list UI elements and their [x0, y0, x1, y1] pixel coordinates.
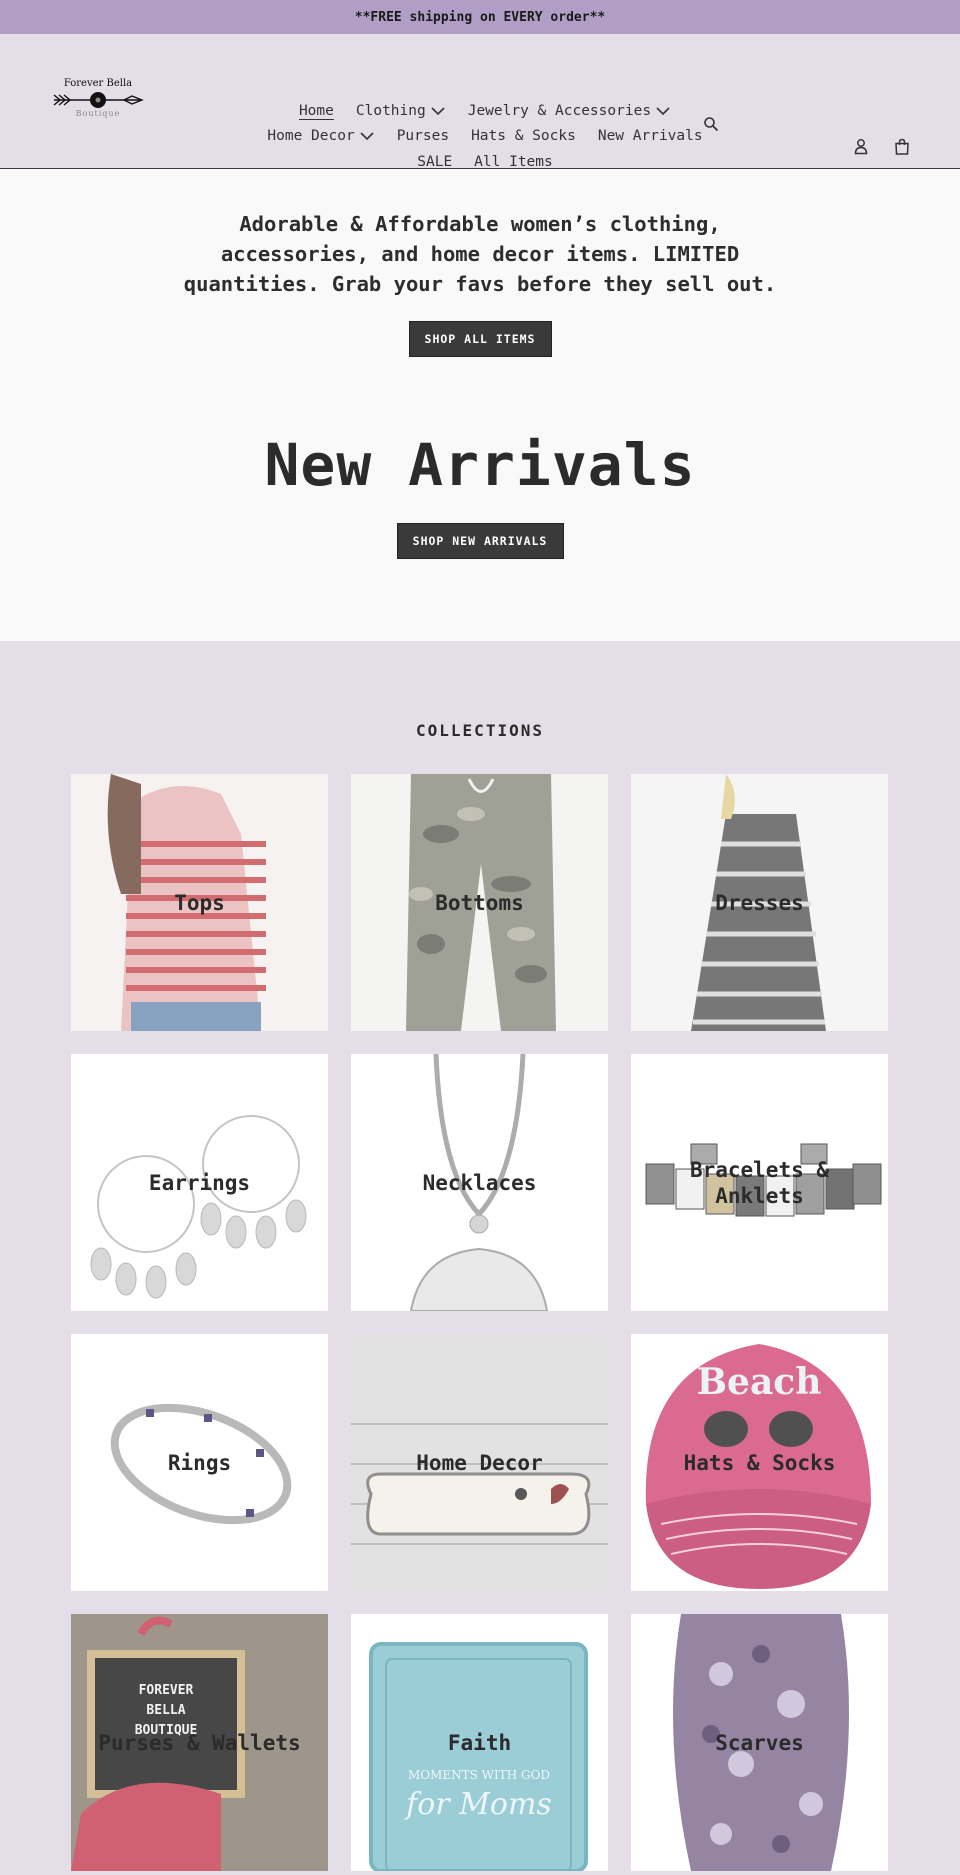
collection-label: Earrings: [148, 1170, 251, 1195]
collection-tile-hats-socks[interactable]: Beach Hats & Socks: [631, 1334, 888, 1591]
collections-section: COLLECTIONS Tops Bottoms Dresses Earring…: [0, 641, 960, 1871]
collection-label: Dresses: [715, 890, 804, 915]
collection-tile-earrings[interactable]: Earrings: [71, 1054, 328, 1311]
svg-text:BELLA: BELLA: [146, 1703, 185, 1718]
nav-home-decor-label: Home Decor: [267, 128, 355, 145]
collection-label: Hats & Socks: [683, 1450, 836, 1475]
collection-tile-rings[interactable]: Rings: [71, 1334, 328, 1591]
search-button[interactable]: [703, 116, 719, 132]
collection-label: Tops: [174, 890, 225, 915]
collection-tile-necklaces[interactable]: Necklaces: [351, 1054, 608, 1311]
collection-label: Bracelets & Anklets: [689, 1157, 830, 1208]
nav-home-decor[interactable]: Home Decor: [267, 128, 374, 144]
nav-new-arrivals-label: New Arrivals: [597, 128, 703, 145]
svg-text:FOREVER: FOREVER: [139, 1683, 194, 1698]
cart-icon: [895, 138, 909, 155]
collections-grid: Tops Bottoms Dresses Earrings Necklaces …: [71, 774, 960, 1871]
search-icon: [704, 117, 719, 132]
chevron-down-icon: [431, 107, 445, 115]
nav-purses[interactable]: Purses: [397, 128, 449, 144]
site-header: Forever Bella Boutique Home Clothing Jew…: [0, 34, 960, 170]
nav-jewelry[interactable]: Jewelry & Accessories: [468, 103, 671, 119]
nav-clothing-label: Clothing: [355, 102, 426, 119]
collection-tile-bottoms[interactable]: Bottoms: [351, 774, 608, 1031]
arrow-logo-icon: [53, 92, 144, 108]
nav-home[interactable]: Home: [299, 103, 334, 119]
collection-tile-purses[interactable]: FOREVER BELLA BOUTIQUE Purses & Wallets: [71, 1614, 328, 1871]
hero-section: Adorable & Affordable women’s clothing, …: [0, 169, 960, 641]
nav-clothing[interactable]: Clothing: [356, 103, 446, 119]
nav-sale[interactable]: SALE: [417, 154, 452, 170]
collection-tile-dresses[interactable]: Dresses: [631, 774, 888, 1031]
new-arrivals-title: New Arrivals: [264, 431, 696, 499]
account-icon: [854, 139, 868, 155]
collection-label: Faith: [447, 1730, 512, 1755]
shop-all-items-button[interactable]: SHOP ALL ITEMS: [408, 321, 552, 357]
svg-text:Beach: Beach: [697, 1361, 822, 1403]
nav-purses-label: Purses: [396, 128, 450, 145]
svg-text:for Moms: for Moms: [404, 1787, 552, 1822]
collection-tile-bracelets[interactable]: Bracelets & Anklets: [631, 1054, 888, 1311]
collection-label: Necklaces: [422, 1170, 537, 1195]
logo[interactable]: Forever Bella Boutique: [48, 78, 148, 164]
collection-tile-home-decor[interactable]: Home Decor: [351, 1334, 608, 1591]
collection-label: Purses & Wallets: [98, 1730, 301, 1755]
nav-all-items-label: All Items: [474, 153, 553, 170]
collection-label: Scarves: [715, 1730, 804, 1755]
collection-tile-tops[interactable]: Tops: [71, 774, 328, 1031]
collection-tile-scarves[interactable]: Scarves: [631, 1614, 888, 1871]
announcement-bar: **FREE shipping on EVERY order**: [0, 0, 960, 34]
collection-tile-faith[interactable]: MOMENTS WITH GOD for Moms Faith: [351, 1614, 608, 1871]
svg-text:MOMENTS WITH GOD: MOMENTS WITH GOD: [408, 1768, 550, 1782]
collections-title: COLLECTIONS: [416, 721, 544, 740]
nav-hats-socks[interactable]: Hats & Socks: [471, 128, 576, 144]
nav-all-items[interactable]: All Items: [474, 154, 553, 170]
hero-text: Adorable & Affordable women’s clothing, …: [183, 212, 777, 296]
cart-button[interactable]: [894, 138, 910, 156]
chevron-down-icon: [656, 107, 670, 115]
collection-label: Bottoms: [435, 890, 524, 915]
account-button[interactable]: [853, 138, 869, 156]
collection-label: Rings: [167, 1450, 232, 1475]
nav-hats-label: Hats & Socks: [471, 128, 576, 145]
nav-new-arrivals[interactable]: New Arrivals: [598, 128, 703, 144]
shop-new-arrivals-button[interactable]: SHOP NEW ARRIVALS: [396, 523, 564, 559]
logo-sub: Boutique: [75, 109, 121, 118]
nav-sale-label: SALE: [417, 153, 453, 170]
announcement-text: **FREE shipping on EVERY order**: [354, 9, 606, 25]
collection-label: Home Decor: [416, 1450, 543, 1475]
nav-jewelry-label: Jewelry & Accessories: [467, 102, 652, 119]
chevron-down-icon: [360, 132, 374, 141]
nav-home-label: Home: [298, 102, 334, 119]
main-nav: Home Clothing Jewelry & Accessories Home…: [250, 98, 720, 175]
logo-name: Forever Bella: [63, 78, 133, 89]
